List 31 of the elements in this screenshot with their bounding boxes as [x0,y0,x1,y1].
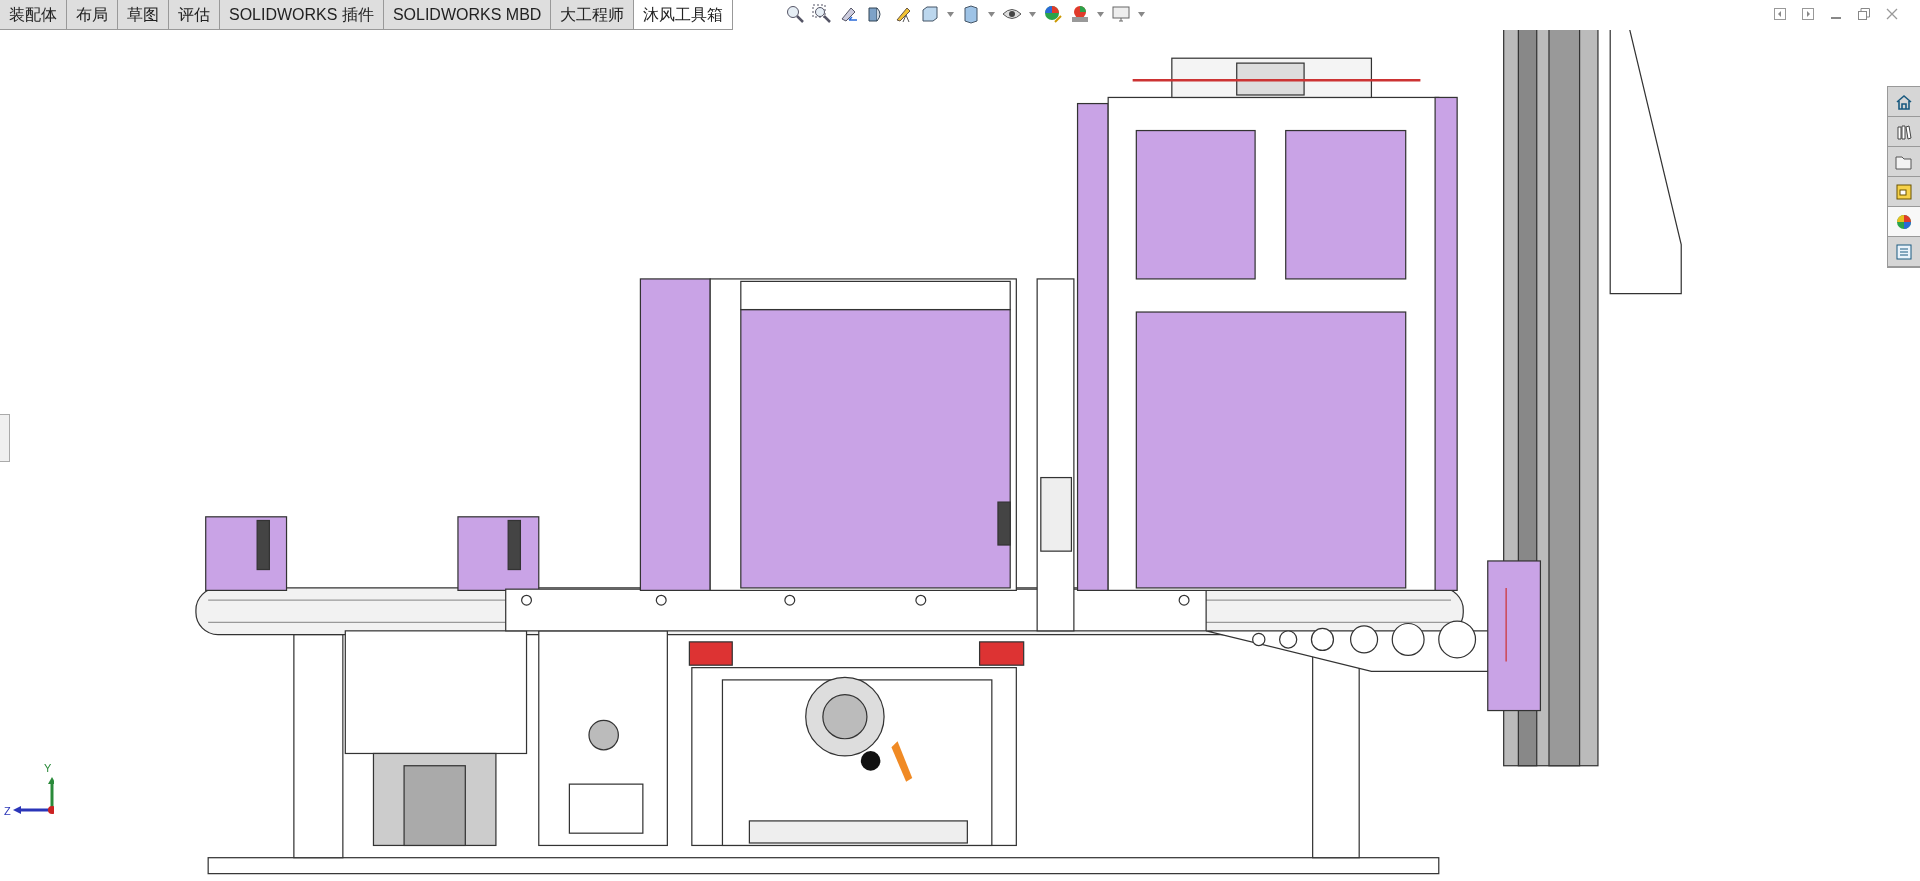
feature-manager-toggle[interactable] [0,414,10,462]
command-tab[interactable]: SOLIDWORKS 插件 [220,0,384,29]
command-tab[interactable]: SOLIDWORKS MBD [383,0,552,29]
task-pane-tab[interactable] [1888,237,1920,267]
caret-icon[interactable] [988,11,996,17]
restore-icon[interactable] [1858,8,1870,20]
close-icon[interactable] [1886,8,1898,20]
caret-icon[interactable] [947,11,955,17]
monitor-icon[interactable] [1111,4,1132,24]
caret-icon[interactable] [1029,11,1037,17]
zoom-to-fit-icon[interactable] [785,4,806,24]
view-orientation-icon[interactable] [920,4,941,24]
caret-icon[interactable] [1138,11,1146,17]
scene-icon[interactable] [1070,4,1091,24]
y-axis-label: Y [44,761,52,776]
edit-appearance-icon[interactable] [1043,4,1064,24]
task-pane-tab[interactable] [1888,117,1920,147]
task-pane-tab[interactable] [1888,87,1920,117]
task-pane-tab[interactable] [1888,147,1920,177]
z-axis-label: Z [4,804,11,819]
list-icon [1894,241,1914,262]
previous-window-icon[interactable] [1774,8,1786,20]
zoom-area-icon[interactable] [812,4,833,24]
caret-icon[interactable] [1097,11,1105,17]
command-tab[interactable]: 大工程师 [551,0,635,29]
command-tab[interactable]: 评估 [169,0,220,29]
command-tab[interactable]: 装配体 [0,0,67,29]
command-tab[interactable]: 布局 [67,0,118,29]
command-tab[interactable]: 草图 [118,0,169,29]
next-window-icon[interactable] [1802,8,1814,20]
task-pane-tab[interactable] [1888,207,1920,237]
